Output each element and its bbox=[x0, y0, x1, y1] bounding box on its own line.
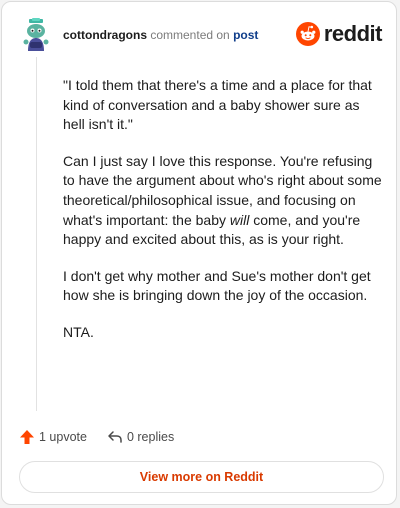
reply-icon bbox=[108, 431, 122, 443]
view-more-button[interactable]: View more on Reddit bbox=[19, 461, 384, 493]
post-link[interactable]: post bbox=[233, 28, 258, 42]
comment-actions: 1 upvote 0 replies bbox=[19, 426, 174, 448]
comment-emphasis: will bbox=[229, 211, 250, 228]
username-link[interactable]: cottondragons bbox=[63, 28, 147, 42]
comment-body: "I told them that there's a time and a p… bbox=[63, 76, 383, 360]
upvote-arrow-icon bbox=[20, 430, 34, 444]
snoo-avatar-icon bbox=[23, 18, 49, 51]
commented-on-text: commented on bbox=[150, 28, 230, 42]
upvote-count: 1 upvote bbox=[39, 430, 87, 444]
reddit-wordmark: reddit bbox=[323, 21, 383, 46]
replies-count: 0 replies bbox=[126, 430, 175, 444]
avatar[interactable] bbox=[20, 18, 52, 52]
comment-paragraph: Can I just say I love this response. You… bbox=[63, 152, 383, 250]
replies-button[interactable]: 0 replies bbox=[107, 429, 174, 445]
comment-paragraph: I don't get why mother and Sue's mother … bbox=[63, 267, 371, 304]
reddit-logo[interactable]: reddit bbox=[295, 20, 383, 48]
comment-paragraph: "I told them that there's a time and a p… bbox=[63, 77, 372, 133]
thread-line bbox=[36, 57, 37, 411]
upvote-button[interactable]: 1 upvote bbox=[19, 429, 87, 445]
comment-paragraph: NTA. bbox=[63, 323, 94, 340]
comment-header: cottondragons commented on post reddit bbox=[20, 18, 383, 52]
comment-meta: cottondragons commented on post bbox=[63, 27, 258, 43]
comment-card: cottondragons commented on post reddit "… bbox=[1, 1, 397, 505]
reddit-snoo-icon bbox=[295, 22, 320, 46]
